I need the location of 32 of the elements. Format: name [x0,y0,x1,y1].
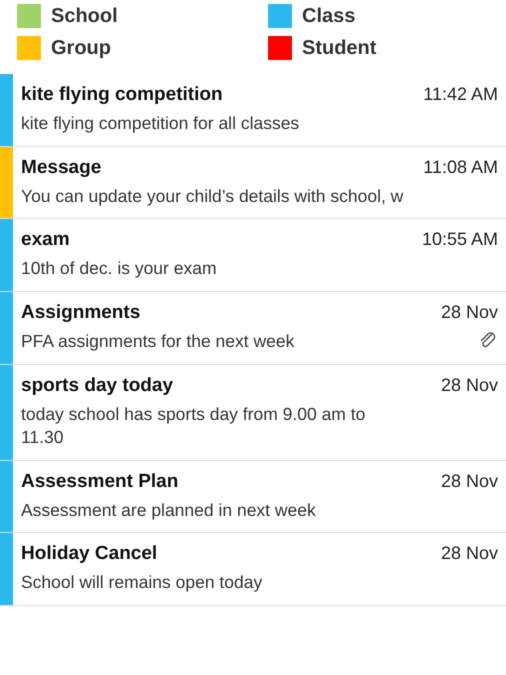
legend-label: Class [302,4,356,28]
message-body: Assessment are planned in next week [21,498,316,522]
message-time: 10:55 AM [422,229,498,250]
message-time: 28 Nov [440,543,498,564]
message-body: kite flying competition for all classes [21,112,300,135]
message-body: You can update your child’s details with school, w [21,184,404,208]
message-body: PFA assignments for the next week [21,330,294,353]
legend-label: Group [51,36,111,60]
message-title: Assessment Plan [21,470,178,493]
message-item[interactable]: Assessment Plan 28 Nov Assessment are planned in next week [0,460,506,534]
message-time: 28 Nov [440,470,498,492]
message-time: 28 Nov [440,374,498,396]
message-item[interactable]: Holiday Cancel 28 Nov School will remains open today [0,533,506,606]
message-time: 11:08 AM [423,156,498,178]
message-title: sports day today [21,374,174,396]
message-item[interactable]: Message 11:08 AM You can update your child’s details with school, w [0,146,506,220]
message-item[interactable]: exam 10:55 AM 10th of dec. is your exam [0,219,506,292]
message-time: 11:42 AM [423,84,498,105]
message-body: 10th of dec. is your exam [21,257,217,280]
message-title: kite flying competition [21,84,223,106]
message-item[interactable]: sports day today 28 Nov today school has sports day from 9.00 am to 11.30 [0,364,506,461]
message-title: Message [21,156,102,179]
message-title: Holiday Cancel [21,543,158,566]
message-time: 28 Nov [440,302,498,323]
legend-label: School [51,4,118,28]
message-body: today school has sports day from 9.00 am to 11.30 [21,402,366,450]
message-title: Assignments [21,302,140,324]
legend-label: Student [302,36,376,60]
message-title: exam [21,229,70,252]
message-item[interactable]: kite flying competition 11:42 AM kite flying competition for all classes [0,74,506,147]
message-body: School will remains open today [21,571,262,594]
message-item[interactable]: Assignments 28 Nov PFA assignments for the next week [0,292,506,364]
